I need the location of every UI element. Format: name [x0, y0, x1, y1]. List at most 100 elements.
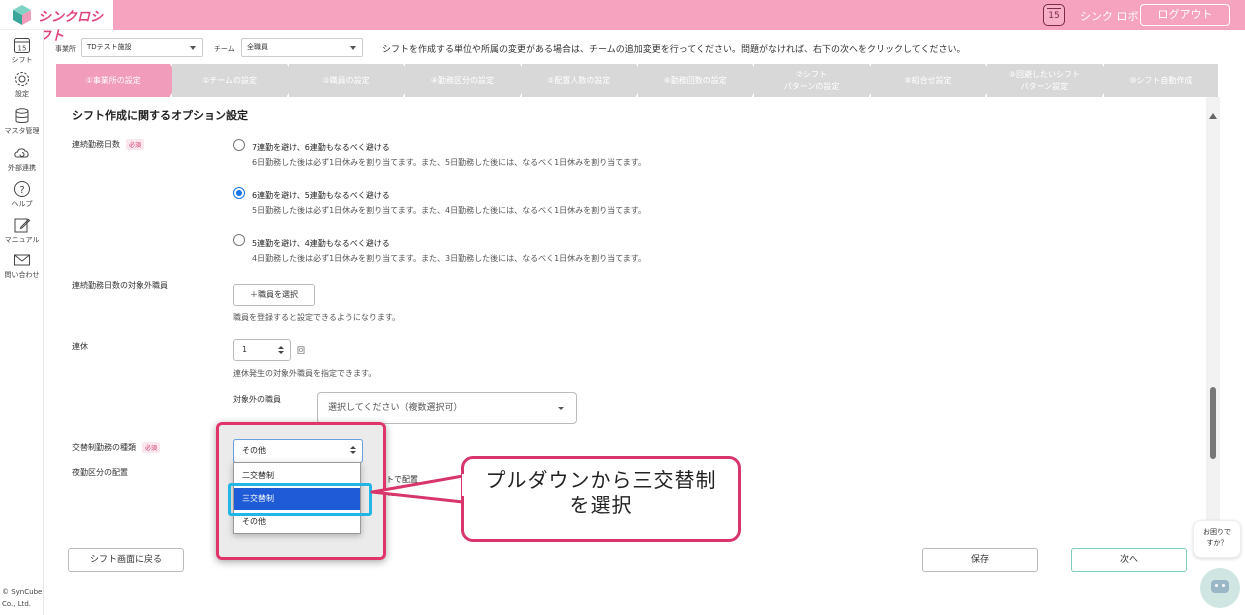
robot-assistant-icon[interactable] [1200, 568, 1240, 608]
excluded-staff-label: 連続勤務日数の対象外職員 [72, 281, 168, 290]
consecutive-label: 連続勤務日数 必須 [72, 139, 145, 150]
sidebar-item-manual[interactable]: マニュアル [0, 216, 44, 245]
required-badge: 必須 [126, 139, 145, 150]
step-label: ②チームの設定 [202, 75, 258, 85]
step-6[interactable]: ⑥勤務回数の設定 [638, 64, 753, 97]
app-window: シンクロシフト 15 シンク ロボ ログアウト 15 シフト 設定 マスタ管理 [0, 0, 1245, 615]
chevron-down-icon [558, 407, 564, 410]
consecutive-off-select[interactable]: 1 [233, 339, 291, 361]
step-8[interactable]: ⑧組合せ設定 [870, 64, 986, 97]
team-label: チーム [214, 45, 235, 53]
option-title: 6連勤を避け、5連勤もなるべく避ける [252, 191, 390, 200]
step-1[interactable]: ①事業所の設定 [56, 64, 171, 97]
step-7[interactable]: ⑦シフト パターンの設定 [754, 64, 869, 97]
step-label: ⑥勤務回数の設定 [663, 75, 727, 85]
next-button[interactable]: 次へ [1071, 548, 1187, 572]
callout-pointer [370, 474, 465, 504]
shift-type-select-open[interactable]: その他 [233, 439, 363, 463]
step-label: ⑤配置人数の設定 [547, 75, 611, 85]
step-4[interactable]: ④勤務区分の設定 [405, 64, 520, 97]
scroll-thumb[interactable] [1210, 387, 1216, 459]
gear-icon [13, 70, 31, 88]
sidebar-item-help[interactable]: ? ヘルプ [0, 180, 44, 209]
user-name[interactable]: シンク ロボ [1080, 8, 1139, 24]
sidebar-item-label: ヘルプ [11, 200, 33, 208]
edit-note-icon [13, 216, 31, 234]
step-label: ⑩シフト自動作成 [1129, 75, 1193, 85]
cloud-sync-icon [13, 144, 31, 162]
option-desc: 4日勤務した後は必ず1日休みを割り当てます。また、3日勤務した後には、なるべく1… [252, 254, 646, 263]
sidebar-item-label: 設定 [15, 90, 29, 98]
select-staff-button[interactable]: ＋職員を選択 [233, 284, 315, 306]
chevron-down-icon [190, 46, 196, 50]
radio-7-days[interactable] [233, 139, 245, 151]
sidebar-item-label: 外部連携 [8, 164, 36, 172]
consecutive-off-hint: 連休発生の対象外職員を指定できます。 [233, 369, 377, 378]
step-label: ③職員の設定 [322, 75, 370, 85]
database-icon [13, 107, 31, 125]
consecutive-off-label: 連休 [72, 342, 88, 351]
copyright: © SynCube Co., Ltd. [2, 588, 43, 608]
step-9[interactable]: ⑨回避したいシフト パターン設定 [987, 64, 1102, 97]
logout-button[interactable]: ログアウト [1140, 4, 1230, 26]
step-label: ①事業所の設定 [85, 75, 141, 85]
option-desc: 5日勤務した後は必ず1日休みを割り当てます。また、4日勤務した後には、なるべく1… [252, 206, 646, 215]
night-placement-label: 夜勤区分の配置 [72, 468, 128, 477]
top-header: シンクロシフト 15 シンク ロボ ログアウト [0, 0, 1245, 44]
sidebar-item-integration[interactable]: 外部連携 [0, 144, 44, 173]
calendar-icon[interactable]: 15 [1043, 4, 1065, 26]
option-title: 7連勤を避け、6連勤もなるべく避ける [252, 143, 390, 152]
svg-text:?: ? [19, 185, 24, 196]
mail-icon [13, 251, 31, 269]
callout-joint [462, 474, 468, 496]
excluded-staff-multiselect[interactable]: 選択してください（複数選択可） [317, 392, 577, 424]
sidebar-item-label: マニュアル [4, 236, 40, 244]
sidebar-item-contact[interactable]: 問い合わせ [0, 251, 44, 280]
chevron-down-icon [350, 46, 356, 50]
step-3[interactable]: ③職員の設定 [288, 64, 404, 97]
radio-6-days[interactable] [233, 187, 245, 199]
svg-text:15: 15 [18, 45, 27, 53]
option-desc: 6日勤務した後は必ず1日休みを割り当てます。また、5日勤務した後には、なるべく1… [252, 158, 646, 167]
unit-label: 回 [297, 346, 305, 355]
sidebar-item-settings[interactable]: 設定 [0, 70, 44, 99]
office-select[interactable]: TDテスト施設 [81, 38, 203, 57]
excluded-staff-hint: 職員を登録すると設定できるようになります。 [233, 313, 401, 322]
sidebar-item-shift[interactable]: 15 シフト [0, 36, 44, 65]
callout-annotation: プルダウンから三交替制 を選択 [461, 456, 741, 542]
radio-5-days[interactable] [233, 234, 245, 246]
sidebar-item-label: 問い合わせ [4, 271, 40, 279]
content-scrollbar[interactable] [1206, 97, 1220, 534]
help-circle-icon: ? [13, 180, 31, 198]
back-to-shift-button[interactable]: シフト画面に戻る [68, 548, 184, 572]
step-label: ⑧組合せ設定 [904, 75, 952, 85]
sidebar: 15 シフト 設定 マスタ管理 外部連携 ? ヘルプ マニュアル 問い合わせ [0, 30, 44, 615]
sidebar-item-label: シフト [11, 56, 33, 64]
save-button[interactable]: 保存 [922, 548, 1038, 572]
shift-type-label: 交替制勤務の種類 必須 [72, 442, 161, 453]
step-10[interactable]: ⑩シフト自動作成 [1103, 64, 1218, 97]
step-label: ⑨回避したいシフト パターン設定 [1008, 69, 1080, 91]
step-label: ⑦シフト パターンの設定 [783, 69, 840, 91]
step-label: ④勤務区分の設定 [430, 75, 494, 85]
excluded-off-label: 対象外の職員 [233, 395, 281, 404]
filter-row: 事業所 TDテスト施設 チーム 全職員 シフトを作成する単位や所属の変更がある場… [44, 30, 1245, 64]
updown-icon [278, 346, 284, 355]
office-label: 事業所 [55, 45, 76, 53]
scroll-up-icon[interactable] [1209, 113, 1217, 119]
logo[interactable]: シンクロシフト [0, 0, 113, 44]
team-select[interactable]: 全職員 [241, 38, 363, 57]
logo-cube-icon [13, 5, 31, 25]
sidebar-item-label: マスタ管理 [4, 127, 40, 135]
option-title: 5連勤を避け、4連勤もなるべく避ける [252, 239, 390, 248]
sidebar-item-master[interactable]: マスタ管理 [0, 107, 44, 136]
section-title: シフト作成に関するオプション設定 [72, 109, 248, 122]
step-progress: ①事業所の設定 ②チームの設定 ③職員の設定 ④勤務区分の設定 ⑤配置人数の設定 ⑥勤務回… [56, 64, 1220, 97]
help-bubble[interactable]: お困りで すか？ [1193, 520, 1241, 558]
step-5[interactable]: ⑤配置人数の設定 [521, 64, 636, 97]
updown-icon [350, 446, 356, 455]
step-2[interactable]: ②チームの設定 [172, 64, 287, 97]
required-badge: 必須 [142, 442, 161, 453]
filter-notice: シフトを作成する単位や所属の変更がある場合は、チームの追加変更を行ってください。… [382, 45, 966, 55]
selection-highlight [228, 483, 372, 516]
